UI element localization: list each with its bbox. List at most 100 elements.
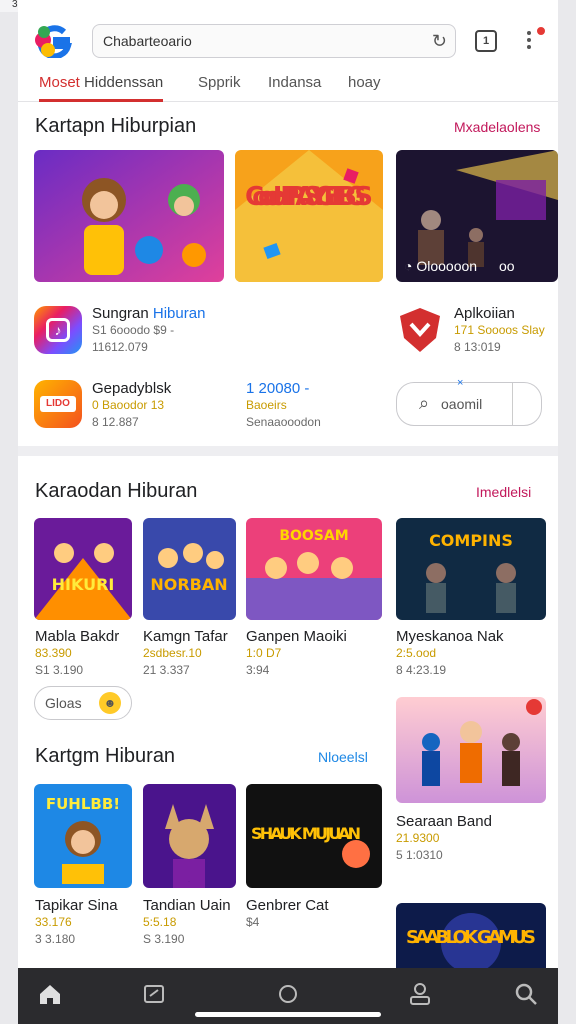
- app-title: Aplkoiian: [454, 305, 515, 322]
- game-art-text: NORBAN: [150, 575, 227, 594]
- section-divider: [18, 446, 558, 456]
- search-nav-icon[interactable]: [512, 980, 540, 1008]
- game-meta: 3 3.180: [35, 932, 76, 946]
- game-price: 33.176: [35, 915, 72, 929]
- game-art-text: FUHLBB!: [46, 795, 120, 813]
- emoji-icon: ☻: [99, 692, 121, 714]
- tab-indansa[interactable]: Indansa: [268, 74, 321, 91]
- app-title: Sungran: [92, 305, 153, 322]
- game-price: 5:5.18: [143, 915, 177, 929]
- app-info[interactable]: 1 20080 - Baoeirs Senaaooodon: [246, 380, 321, 431]
- reload-icon[interactable]: ↻: [432, 25, 447, 57]
- banner-title-text: Coooo HIPRASY GBEBGS: [245, 182, 373, 212]
- game-title: Tandian Uain: [143, 897, 231, 914]
- library-icon[interactable]: [140, 980, 168, 1008]
- app-price: Baoeirs: [246, 398, 287, 412]
- see-more-link[interactable]: Imedlelsi: [476, 484, 531, 500]
- game-meta: 8 4:23.19: [396, 663, 447, 677]
- game-title: Searaan Band: [396, 813, 492, 830]
- app-meta: Senaaooodon: [246, 415, 321, 429]
- featured-banner-1[interactable]: [34, 150, 224, 282]
- game-art-text: SHAUK MUJUAN: [251, 824, 361, 843]
- glass-chip[interactable]: Gloas ☻: [34, 686, 132, 720]
- tabs-button[interactable]: 1: [475, 30, 497, 52]
- tab-underline: [39, 99, 164, 102]
- menu-icon[interactable]: [523, 28, 535, 54]
- game-title: Genbrer Cat: [246, 897, 329, 914]
- featured-banner-2[interactable]: Coooo HIPRASY GBEBGS: [235, 150, 383, 282]
- game-art[interactable]: BOOSAM: [246, 518, 382, 620]
- section-title: Karaodan Hiburan: [35, 480, 198, 502]
- search-pill[interactable]: ⌕ oaomil ×: [396, 377, 542, 426]
- notification-dot: [535, 25, 547, 37]
- app-title: 1 20080 -: [246, 380, 310, 397]
- app-icon[interactable]: LIDO: [34, 380, 82, 428]
- game-price: $4: [246, 915, 260, 929]
- game-title: Myeskanoa Nak: [396, 628, 504, 645]
- section-title: Kartgm Hiburan: [35, 745, 176, 767]
- app-meta: 11612.079: [92, 340, 148, 354]
- game-title: Tapikar Sina: [35, 897, 118, 914]
- shield-app-icon[interactable]: [398, 306, 442, 354]
- game-info[interactable]: Mabla Bakdr 83.390 S1 3.190: [35, 628, 119, 679]
- game-art[interactable]: FOX: [143, 784, 236, 888]
- game-info[interactable]: Ganpen Maoiki 1:0 D7 3:94: [246, 628, 347, 679]
- game-art-text: COMPINS: [429, 531, 513, 550]
- app-logo-icon[interactable]: [34, 24, 76, 58]
- see-more-link[interactable]: Mxadelaolens: [454, 119, 540, 135]
- game-info[interactable]: Tapikar Sina 33.176 3 3.180: [35, 897, 118, 948]
- app-meta: 8 13:019: [454, 340, 501, 354]
- game-meta: 5 1:0310: [396, 848, 443, 862]
- featured-banner-3[interactable]: ◔ Olooooon oo: [396, 150, 558, 282]
- chip-label: Gloas: [45, 695, 82, 711]
- app-info[interactable]: Aplkoiian 171 Soooos Slay 8 13:019: [454, 305, 545, 356]
- app-meta: 8 12.887: [92, 415, 139, 429]
- game-price: 83.390: [35, 646, 72, 660]
- profile-icon[interactable]: [406, 980, 434, 1008]
- game-art-text: SAABLOK GAMUS: [406, 927, 536, 948]
- game-art[interactable]: [396, 697, 546, 803]
- app-info[interactable]: Gepadyblsk 0 Baoodor 13 8 12.887: [92, 380, 171, 431]
- game-meta: 21 3.337: [143, 663, 190, 677]
- game-info[interactable]: Genbrer Cat $4: [246, 897, 329, 931]
- address-text: Chabarteoario: [103, 33, 192, 49]
- browser-toolbar: Chabarteoario ↻ 1: [18, 14, 558, 66]
- game-title: Mabla Bakdr: [35, 628, 120, 645]
- app-price: 171 Soooos Slay: [454, 323, 545, 337]
- game-meta: S 3.190: [143, 932, 185, 946]
- section-title: Kartapn Hiburpian: [35, 115, 197, 137]
- pill-mark: ×: [457, 377, 464, 389]
- tab-hoay[interactable]: hoay: [348, 74, 381, 91]
- game-art[interactable]: SHAUK MUJUAN: [246, 784, 382, 888]
- app-icon[interactable]: ♪: [34, 306, 82, 354]
- game-art[interactable]: COMPINS: [396, 518, 546, 620]
- game-info[interactable]: Tandian Uain 5:5.18 S 3.190: [143, 897, 231, 948]
- home-icon[interactable]: [36, 980, 64, 1008]
- game-info[interactable]: Searaan Band 21.9300 5 1:0310: [396, 813, 492, 864]
- home-indicator[interactable]: [195, 1012, 381, 1017]
- game-art[interactable]: HIKURI: [34, 518, 132, 620]
- tab-label: Hiddenssan: [84, 74, 164, 91]
- game-art[interactable]: FUHLBB!: [34, 784, 132, 888]
- music-icon: ♪: [46, 318, 70, 342]
- app-info[interactable]: Sungran Hiburan S1 6ooodo $9 - 11612.079: [92, 305, 205, 356]
- banner-caption-suffix: oo: [498, 258, 515, 274]
- game-price: 21.9300: [396, 831, 440, 845]
- game-price: 1:0 D7: [246, 646, 282, 660]
- tab-moset[interactable]: Moset Hiddenssan: [39, 74, 164, 102]
- see-more-link[interactable]: Nloeelsl: [318, 749, 368, 765]
- game-info[interactable]: Kamgn Tafar 2sdbesr.10 21 3.337: [143, 628, 228, 679]
- play-icon: ◔: [404, 258, 413, 274]
- circle-home-icon[interactable]: [274, 980, 302, 1008]
- game-art[interactable]: SAABLOK GAMUS: [396, 903, 546, 968]
- address-bar[interactable]: Chabarteoario ↻: [92, 24, 456, 58]
- banner-caption: ◔ Olooooon oo: [404, 258, 515, 275]
- app-icon-label: LIDO: [40, 396, 76, 412]
- game-info[interactable]: Myeskanoa Nak 2:5.ood 8 4:23.19: [396, 628, 504, 679]
- game-price: 2sdbesr.10: [143, 646, 202, 660]
- game-art[interactable]: NORBAN: [143, 518, 236, 620]
- app-price: 0 Baoodor 13: [92, 398, 165, 412]
- tab-spprik[interactable]: Spprik: [198, 74, 241, 91]
- search-pill-text: oaomil: [441, 396, 483, 412]
- pill-divider: [512, 383, 513, 425]
